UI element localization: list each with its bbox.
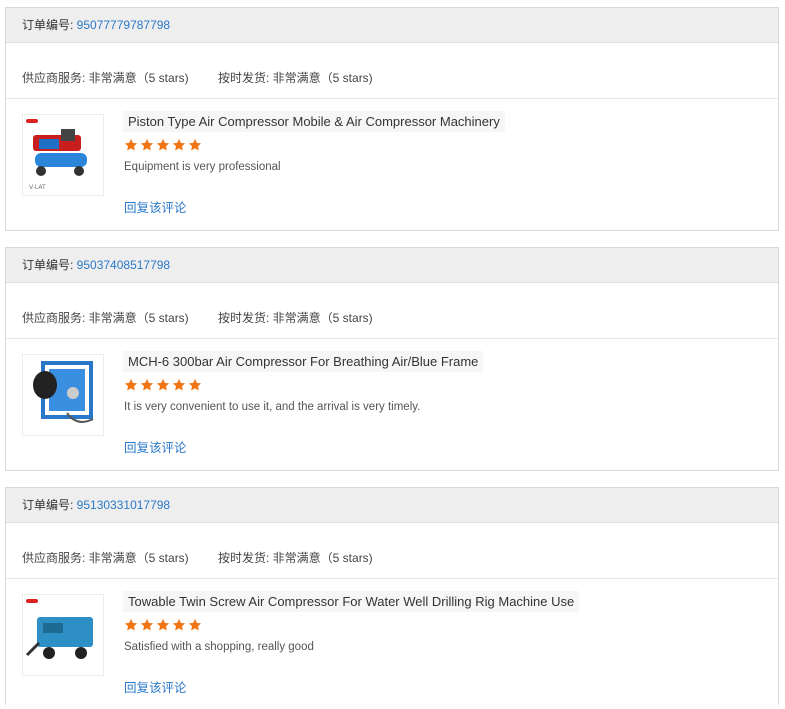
ontime-delivery-rating: 按时发货: 非常满意（5 stars) bbox=[218, 551, 373, 565]
star-icon bbox=[140, 378, 154, 391]
product-name[interactable]: MCH-6 300bar Air Compressor For Breathin… bbox=[123, 351, 484, 372]
order-number-label: 订单编号: bbox=[22, 498, 77, 512]
product-review: Towable Twin Screw Air Compressor For Wa… bbox=[6, 579, 778, 709]
supplier-service-rating: 供应商服务: 非常满意（5 stars) bbox=[22, 71, 189, 85]
order-number-link[interactable]: 95037408517798 bbox=[77, 258, 170, 272]
reply-review-link[interactable]: 回复该评论 bbox=[124, 197, 187, 216]
review-text: It is very convenient to use it, and the… bbox=[124, 401, 421, 413]
review-text: Equipment is very professional bbox=[124, 161, 281, 173]
order-header: 订单编号: 95130331017798 bbox=[6, 488, 778, 523]
order-card: 订单编号: 95037408517798 供应商服务: 非常满意（5 stars… bbox=[5, 247, 779, 471]
ontime-delivery-rating: 按时发货: 非常满意（5 stars) bbox=[218, 71, 373, 85]
supplier-service-rating: 供应商服务: 非常满意（5 stars) bbox=[22, 311, 189, 325]
star-icon bbox=[124, 618, 138, 631]
star-icon bbox=[188, 618, 202, 631]
ratings-row: 供应商服务: 非常满意（5 stars) 按时发货: 非常满意（5 stars) bbox=[6, 523, 778, 579]
order-card: 订单编号: 95077779787798 供应商服务: 非常满意（5 stars… bbox=[5, 7, 779, 231]
review-text: Satisfied with a shopping, really good bbox=[124, 641, 314, 653]
order-number-label: 订单编号: bbox=[22, 258, 77, 272]
order-card: 订单编号: 95130331017798 供应商服务: 非常满意（5 stars… bbox=[5, 487, 779, 705]
star-icon bbox=[172, 618, 186, 631]
star-icon bbox=[156, 138, 170, 151]
svg-text:V-LAT: V-LAT bbox=[29, 184, 46, 191]
star-icon bbox=[140, 138, 154, 151]
star-rating bbox=[124, 378, 202, 392]
star-icon bbox=[172, 138, 186, 151]
order-header: 订单编号: 95077779787798 bbox=[6, 8, 778, 43]
reply-review-link[interactable]: 回复该评论 bbox=[124, 677, 187, 696]
product-review: V-LAT Piston Type Air Compressor Mobile … bbox=[6, 99, 778, 229]
supplier-service-rating: 供应商服务: 非常满意（5 stars) bbox=[22, 551, 189, 565]
product-review: MCH-6 300bar Air Compressor For Breathin… bbox=[6, 339, 778, 469]
star-icon bbox=[156, 618, 170, 631]
ratings-row: 供应商服务: 非常满意（5 stars) 按时发货: 非常满意（5 stars) bbox=[6, 43, 778, 99]
blue-frame-compressor-icon[interactable] bbox=[22, 354, 104, 436]
star-icon bbox=[156, 378, 170, 391]
star-icon bbox=[140, 618, 154, 631]
reply-review-link[interactable]: 回复该评论 bbox=[124, 437, 187, 456]
star-rating bbox=[124, 138, 202, 152]
star-icon bbox=[172, 378, 186, 391]
ratings-row: 供应商服务: 非常满意（5 stars) 按时发货: 非常满意（5 stars) bbox=[6, 283, 778, 339]
towable-screw-compressor-icon[interactable] bbox=[22, 594, 104, 676]
product-name[interactable]: Towable Twin Screw Air Compressor For Wa… bbox=[123, 591, 580, 612]
order-number-label: 订单编号: bbox=[22, 18, 77, 32]
star-icon bbox=[188, 138, 202, 151]
star-icon bbox=[124, 138, 138, 151]
ontime-delivery-rating: 按时发货: 非常满意（5 stars) bbox=[218, 311, 373, 325]
star-icon bbox=[188, 378, 202, 391]
product-name[interactable]: Piston Type Air Compressor Mobile & Air … bbox=[123, 111, 505, 132]
red-piston-compressor-icon[interactable]: V-LAT bbox=[22, 114, 104, 196]
order-number-link[interactable]: 95130331017798 bbox=[77, 498, 170, 512]
order-header: 订单编号: 95037408517798 bbox=[6, 248, 778, 283]
star-rating bbox=[124, 618, 202, 632]
order-number-link[interactable]: 95077779787798 bbox=[77, 18, 170, 32]
star-icon bbox=[124, 378, 138, 391]
